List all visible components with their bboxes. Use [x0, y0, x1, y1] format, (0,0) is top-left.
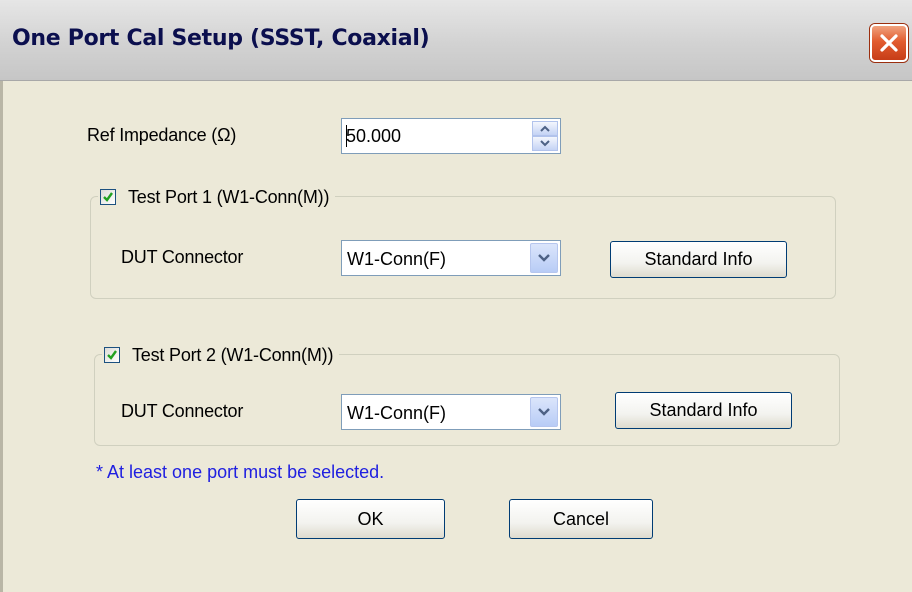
ref-impedance-input[interactable]: [346, 124, 516, 148]
text-caret: [346, 125, 347, 147]
test-port-2-header[interactable]: Test Port 2 (W1-Conn(M)): [102, 344, 340, 366]
chevron-down-icon: [538, 254, 550, 262]
cancel-button[interactable]: Cancel: [509, 499, 653, 539]
close-icon: [880, 34, 898, 52]
dropdown-arrow-button[interactable]: [530, 243, 558, 273]
dut-connector-2-value: W1-Conn(F): [347, 403, 447, 423]
title-bar[interactable]: One Port Cal Setup (SSST, Coaxial): [0, 0, 912, 81]
dut-connector-2-label: DUT Connector: [121, 401, 244, 421]
test-port-2-checkbox[interactable]: [104, 347, 120, 363]
spin-down-button[interactable]: [532, 136, 558, 151]
chevron-down-icon: [540, 140, 550, 147]
selection-note: * At least one port must be selected.: [96, 462, 385, 482]
dropdown-arrow-button[interactable]: [530, 397, 558, 427]
chevron-up-icon: [540, 125, 550, 132]
dut-connector-2-select[interactable]: W1-Conn(F): [341, 394, 561, 430]
spin-buttons: [532, 121, 558, 151]
ref-impedance-spinbox[interactable]: [341, 118, 561, 154]
dialog-body: Ref Impedance (Ω) Test Port 1 (W1-Conn(M…: [0, 81, 912, 592]
close-button[interactable]: [870, 24, 908, 62]
checkmark-icon: [103, 192, 113, 202]
ref-impedance-label: Ref Impedance (Ω): [87, 125, 237, 145]
test-port-2-label: Test Port 2 (W1-Conn(M)): [132, 344, 334, 365]
dut-connector-1-label: DUT Connector: [121, 247, 244, 267]
spin-up-button[interactable]: [532, 121, 558, 136]
dut-connector-1-value: W1-Conn(F): [347, 249, 447, 269]
window-title: One Port Cal Setup (SSST, Coaxial): [12, 26, 430, 51]
checkmark-icon: [107, 350, 117, 360]
standard-info-1-button[interactable]: Standard Info: [610, 241, 787, 278]
test-port-1-label: Test Port 1 (W1-Conn(M)): [128, 186, 330, 207]
chevron-down-icon: [538, 408, 550, 416]
dut-connector-1-select[interactable]: W1-Conn(F): [341, 240, 561, 276]
test-port-1-header[interactable]: Test Port 1 (W1-Conn(M)): [98, 186, 336, 208]
standard-info-2-button[interactable]: Standard Info: [615, 392, 792, 429]
test-port-1-checkbox[interactable]: [100, 189, 116, 205]
ok-button[interactable]: OK: [296, 499, 445, 539]
